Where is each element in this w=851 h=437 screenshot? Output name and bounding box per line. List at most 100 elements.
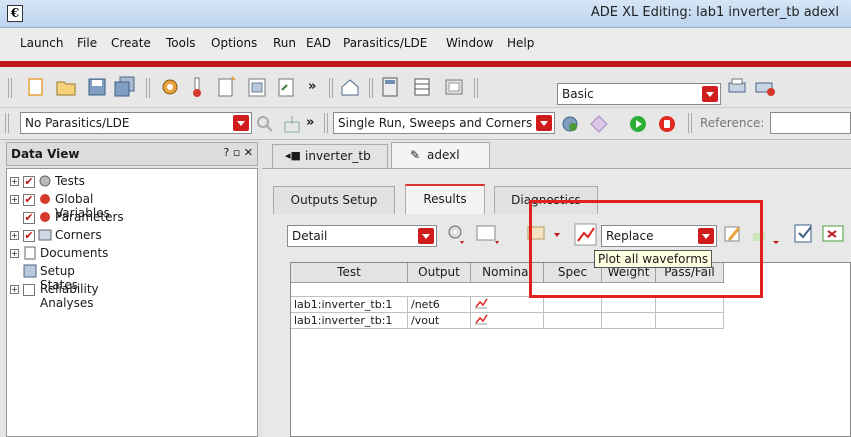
table-cell-output[interactable]: /vout: [408, 313, 471, 329]
toolbar-grip[interactable]: [146, 78, 150, 98]
reference-field[interactable]: [770, 112, 851, 134]
expand-icon[interactable]: +: [10, 177, 19, 186]
document-check-icon[interactable]: [793, 223, 815, 245]
tree-item-label: Corners: [55, 228, 102, 242]
toolbar-grip[interactable]: [8, 78, 12, 98]
columns-icon[interactable]: [475, 223, 503, 245]
main-toolbar: » Basic: [0, 67, 851, 108]
column-header-output[interactable]: Output: [408, 263, 471, 283]
toolbar-grip[interactable]: [324, 113, 328, 133]
run-options-icon[interactable]: [560, 114, 580, 134]
toolbar-grip[interactable]: [474, 78, 478, 98]
tab-adexl[interactable]: ✎ adexl: [391, 142, 490, 168]
table-cell-pass-fail[interactable]: [656, 313, 724, 329]
tree-item-label: Reliability Analyses: [40, 282, 99, 310]
home-icon[interactable]: [340, 77, 360, 97]
corners-icon: [38, 229, 52, 241]
toolbar-grip[interactable]: [329, 78, 333, 98]
table-icon[interactable]: [413, 77, 431, 97]
toolbar-grip[interactable]: [5, 113, 9, 133]
tree-item-label: Parameters: [55, 210, 124, 224]
new-document-icon[interactable]: [217, 76, 237, 98]
chevron-down-icon[interactable]: [418, 228, 434, 244]
menu-create[interactable]: Create: [111, 36, 151, 50]
checkbox-icon[interactable]: ✔: [23, 230, 35, 242]
menu-run[interactable]: Run: [273, 36, 296, 50]
table-cell-spec[interactable]: [544, 313, 602, 329]
chevron-down-icon[interactable]: [233, 115, 249, 131]
tab-inverter-tb[interactable]: ◂■ inverter_tb: [272, 144, 388, 168]
menu-options[interactable]: Options: [211, 36, 257, 50]
expand-icon[interactable]: +: [10, 249, 19, 258]
thermometer-icon[interactable]: [190, 76, 204, 98]
waveform-icon[interactable]: [474, 313, 488, 325]
document-edit-icon[interactable]: [277, 76, 299, 98]
save-as-icon[interactable]: [114, 76, 136, 98]
menu-parasitics[interactable]: Parasitics/LDE: [343, 36, 427, 50]
table-cell-test[interactable]: lab1:inverter_tb:1: [291, 297, 408, 313]
toolbar-grip[interactable]: [688, 113, 692, 133]
stop-simulation-icon[interactable]: [657, 114, 677, 134]
menu-ead[interactable]: EAD: [306, 36, 331, 50]
view-combo[interactable]: Detail: [287, 225, 437, 247]
menu-window[interactable]: Window: [446, 36, 493, 50]
data-view-title: Data View: [11, 147, 80, 161]
magnifier-icon[interactable]: [256, 115, 274, 133]
menu-tools[interactable]: Tools: [166, 36, 196, 50]
checkbox-icon[interactable]: ✔: [23, 212, 35, 224]
expand-icon[interactable]: +: [10, 285, 19, 294]
title-bar: € ADE XL Editing: lab1 inverter_tb adexl: [0, 0, 851, 28]
reference-label: Reference:: [700, 116, 765, 130]
checkbox-icon[interactable]: ✔: [23, 194, 35, 206]
expand-icon[interactable]: +: [10, 195, 19, 204]
column-header-test[interactable]: Test: [291, 263, 408, 283]
calculator-icon[interactable]: [381, 77, 399, 97]
tests-icon: [39, 175, 51, 187]
toolbar-grip[interactable]: [369, 78, 373, 98]
table-cell-test[interactable]: lab1:inverter_tb:1: [291, 313, 408, 329]
menu-help[interactable]: Help: [507, 36, 534, 50]
chevron-down-icon[interactable]: [536, 115, 552, 131]
new-file-icon[interactable]: [27, 78, 45, 96]
run-simulation-icon[interactable]: [628, 114, 648, 134]
corners-setup-icon[interactable]: [247, 76, 269, 98]
table-cell-pass-fail[interactable]: [656, 297, 724, 313]
run-mode-combo[interactable]: Single Run, Sweeps and Corners: [333, 112, 555, 134]
export-icon[interactable]: [821, 223, 845, 245]
overflow-chevron-icon[interactable]: »: [306, 115, 314, 130]
table-cell-weight[interactable]: [602, 313, 656, 329]
print-setup-icon[interactable]: [754, 77, 776, 97]
overflow-chevron-icon[interactable]: »: [308, 79, 316, 94]
dock-controls[interactable]: ? ▫ ✕: [223, 146, 253, 159]
save-icon[interactable]: [88, 78, 106, 96]
secondary-toolbar: No Parasitics/LDE » Single Run, Sweeps a…: [0, 108, 851, 140]
table-cell-output[interactable]: /net6: [408, 297, 471, 313]
table-cell-weight[interactable]: [602, 297, 656, 313]
diamond-icon[interactable]: [588, 114, 610, 134]
data-view-header: Data View ? ▫ ✕: [6, 142, 258, 166]
gear-icon[interactable]: [446, 223, 466, 245]
chevron-down-icon[interactable]: [702, 86, 718, 102]
print-icon[interactable]: [727, 77, 747, 97]
console-icon[interactable]: [444, 77, 464, 97]
app-icon: €: [7, 5, 23, 22]
checkbox-icon[interactable]: ✔: [23, 176, 35, 188]
checkbox-icon[interactable]: [23, 284, 35, 296]
gear-icon[interactable]: [160, 77, 180, 97]
parasitics-combo[interactable]: No Parasitics/LDE: [20, 112, 252, 134]
open-folder-icon[interactable]: [56, 78, 76, 96]
table-cell-spec[interactable]: [544, 297, 602, 313]
table-cell-nominal[interactable]: [471, 313, 544, 329]
tab-results[interactable]: Results: [405, 184, 485, 214]
tab-outputs-setup[interactable]: Outputs Setup: [273, 186, 395, 214]
window-title: ADE XL Editing: lab1 inverter_tb adexl: [590, 5, 839, 20]
table-cell-nominal[interactable]: [471, 297, 544, 313]
tree-item-label: Documents: [40, 246, 109, 260]
menu-file[interactable]: File: [77, 36, 97, 50]
setup-states-icon: [23, 264, 37, 278]
mode-combo[interactable]: Basic: [557, 83, 721, 105]
waveform-icon[interactable]: [474, 297, 488, 309]
menu-launch[interactable]: Launch: [20, 36, 63, 50]
expand-icon[interactable]: +: [10, 231, 19, 240]
extract-icon[interactable]: [282, 114, 302, 134]
